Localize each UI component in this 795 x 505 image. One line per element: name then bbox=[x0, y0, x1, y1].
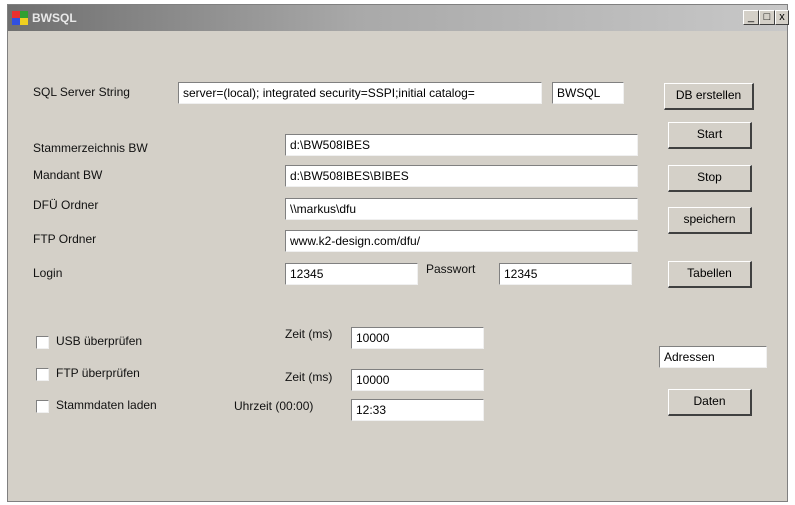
tabellen-button[interactable]: Tabellen bbox=[668, 261, 752, 288]
ftp-ordner-label: FTP Ordner bbox=[33, 232, 97, 246]
title-bar[interactable]: BWSQL _ □ x bbox=[8, 5, 789, 31]
ftp-pruefen-checkbox[interactable] bbox=[36, 368, 49, 381]
passwort-label: Passwort bbox=[426, 262, 476, 276]
app-icon bbox=[12, 11, 28, 25]
sql-server-label: SQL Server String bbox=[33, 85, 130, 99]
stammdaten-laden-label: Stammdaten laden bbox=[56, 398, 157, 412]
minimize-icon: _ bbox=[747, 11, 755, 23]
usb-zeit-label: Zeit (ms) bbox=[285, 327, 333, 341]
speichern-button[interactable]: speichern bbox=[668, 207, 752, 234]
login-label: Login bbox=[33, 266, 63, 280]
stop-button[interactable]: Stop bbox=[668, 165, 752, 192]
sql-connection-string-input[interactable]: server=(local); integrated security=SSPI… bbox=[178, 82, 542, 104]
dfu-ordner-input[interactable]: \\markus\dfu bbox=[285, 198, 638, 220]
minimize-button[interactable]: _ bbox=[743, 10, 759, 25]
adressen-input[interactable]: Adressen bbox=[659, 346, 767, 368]
mandant-label: Mandant BW bbox=[33, 168, 103, 182]
mandant-input[interactable]: d:\BW508IBES\BIBES bbox=[285, 165, 638, 187]
ftp-ordner-input[interactable]: www.k2-design.com/dfu/ bbox=[285, 230, 638, 252]
usb-pruefen-label: USB überprüfen bbox=[56, 334, 143, 348]
ftp-zeit-input[interactable]: 10000 bbox=[351, 369, 484, 391]
stammerzeichnis-label: Stammerzeichnis BW bbox=[33, 141, 148, 155]
stammerzeichnis-input[interactable]: d:\BW508IBES bbox=[285, 134, 638, 156]
uhrzeit-label: Uhrzeit (00:00) bbox=[234, 399, 314, 413]
close-icon: x bbox=[779, 11, 785, 23]
close-button[interactable]: x bbox=[775, 10, 789, 25]
login-input[interactable]: 12345 bbox=[285, 263, 418, 285]
uhrzeit-input[interactable]: 12:33 bbox=[351, 399, 484, 421]
passwort-input[interactable]: 12345 bbox=[499, 263, 632, 285]
usb-pruefen-checkbox[interactable] bbox=[36, 336, 49, 349]
ftp-pruefen-label: FTP überprüfen bbox=[56, 366, 140, 380]
window-title: BWSQL bbox=[32, 11, 77, 25]
ftp-zeit-label: Zeit (ms) bbox=[285, 370, 333, 384]
maximize-icon: □ bbox=[763, 11, 771, 23]
usb-zeit-input[interactable]: 10000 bbox=[351, 327, 484, 349]
maximize-button[interactable]: □ bbox=[759, 10, 775, 25]
db-erstellen-button[interactable]: DB erstellen bbox=[664, 83, 754, 110]
start-button[interactable]: Start bbox=[668, 122, 752, 149]
sql-database-input[interactable]: BWSQL bbox=[552, 82, 624, 104]
dfu-ordner-label: DFÜ Ordner bbox=[33, 198, 99, 212]
daten-button[interactable]: Daten bbox=[668, 389, 752, 416]
stammdaten-laden-checkbox[interactable] bbox=[36, 400, 49, 413]
main-window: BWSQL _ □ x SQL Server String server=(lo… bbox=[7, 4, 789, 502]
